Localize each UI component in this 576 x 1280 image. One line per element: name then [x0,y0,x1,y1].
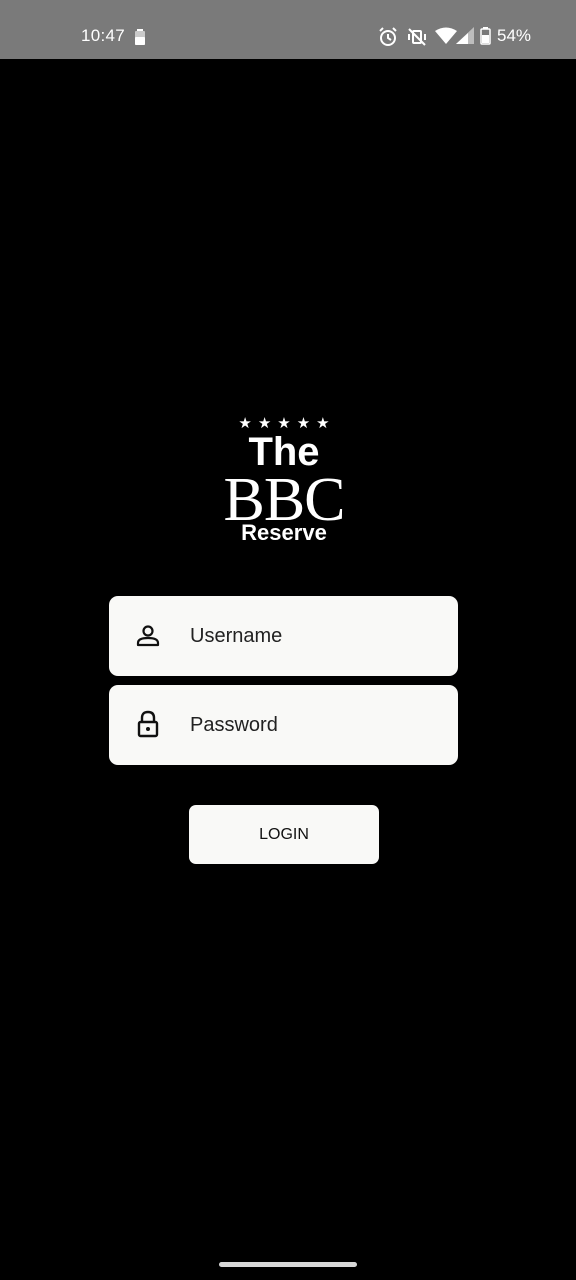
status-bar: 10:47 54% [0,0,576,59]
logo-reserve: Reserve [241,520,327,545]
password-input[interactable] [190,685,440,765]
battery-icon [480,27,491,50]
login-screen: 10:47 54% ★★★★★ The BBC Reserve Username… [0,0,576,1280]
person-icon [135,623,161,649]
brand-logo: ★★★★★ The BBC Reserve [200,412,368,552]
lock-icon [135,710,161,738]
signal-icon [456,27,476,50]
battery-percentage: 54% [497,26,532,45]
home-indicator[interactable] [219,1262,357,1267]
status-time: 10:47 [81,26,126,45]
login-button[interactable]: LOGIN [189,805,379,864]
username-field[interactable] [109,596,458,676]
password-field[interactable] [109,685,458,765]
username-input[interactable] [190,596,440,676]
wifi-icon [435,27,457,50]
vibrate-off-icon [407,27,427,52]
alarm-icon [378,27,398,52]
battery-saver-icon [135,29,145,50]
